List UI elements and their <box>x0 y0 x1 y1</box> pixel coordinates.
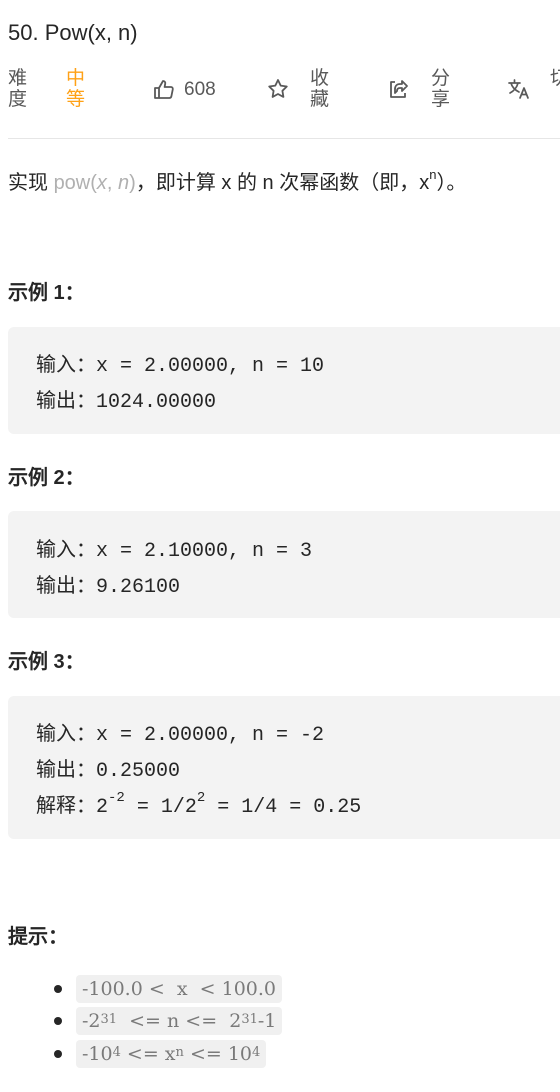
constraint-x-range: -100.0 < x < 100.0 <box>76 975 282 1003</box>
example-3-output: 输出：0.25000 <box>36 757 181 783</box>
example-2-input: 输入：x = 2.10000, n = 3 <box>36 537 313 563</box>
constraint-n-range: -2 31 <= n <= 2 31 -1 <box>76 1007 283 1035</box>
example-1-output: 输出：1024.00000 <box>36 388 217 414</box>
star-icon[interactable] <box>266 77 290 101</box>
share-icon[interactable] <box>386 77 410 101</box>
difficulty-label: 难 度 <box>8 68 28 110</box>
example-1-title: 示例 1： <box>8 282 85 304</box>
like-count: 608 <box>184 79 216 100</box>
example-3-explanation: 解释：2-2 = 1/22 = 1/4 = 0.25 <box>36 790 362 819</box>
problem-description: 实现 pow(x, n)，即计算 x 的 n 次幂函数（即，xn）。 <box>8 167 467 194</box>
example-1-input: 输入：x = 2.00000, n = 10 <box>36 352 325 378</box>
switch-button-partial[interactable]: 切 <box>550 68 560 89</box>
translate-icon[interactable] <box>506 77 532 101</box>
constraints-title: 提示： <box>8 926 68 948</box>
example-2-block: 输入：x = 2.10000, n = 3 输出：9.26100 <box>8 511 560 618</box>
favorite-button[interactable]: 收 藏 <box>310 68 334 110</box>
example-3-title: 示例 3： <box>8 651 85 673</box>
header-divider <box>8 138 560 139</box>
share-button[interactable]: 分 享 <box>431 68 455 110</box>
bullet <box>54 1017 62 1025</box>
constraint-item: -2 31 <= n <= 2 31 -1 <box>54 1006 283 1036</box>
like-button[interactable]: 608 <box>152 78 216 102</box>
example-1-block: 输入：x = 2.00000, n = 10 输出：1024.00000 <box>8 327 560 434</box>
example-2-title: 示例 2： <box>8 467 85 489</box>
thumbs-up-icon <box>152 78 176 102</box>
bullet <box>54 1050 62 1058</box>
constraint-item: -10 4 <= xn <= 10 4 <box>54 1039 267 1069</box>
example-3-block: 输入：x = 2.00000, n = -2 输出：0.25000 解释：2-2… <box>8 696 560 839</box>
problem-title: 50. Pow(x, n) <box>8 20 138 45</box>
bullet <box>54 985 62 993</box>
difficulty-value: 中 等 <box>66 68 86 110</box>
constraint-item: -100.0 < x < 100.0 <box>54 974 282 1004</box>
inline-code-pow: pow(x, n) <box>53 172 136 194</box>
problem-meta-bar: 难 度 中 等 608 收 藏 分 享 切 <box>0 68 560 114</box>
example-3-input: 输入：x = 2.00000, n = -2 <box>36 721 325 747</box>
constraint-result-range: -10 4 <= xn <= 10 4 <box>76 1040 267 1068</box>
example-2-output: 输出：9.26100 <box>36 573 181 599</box>
